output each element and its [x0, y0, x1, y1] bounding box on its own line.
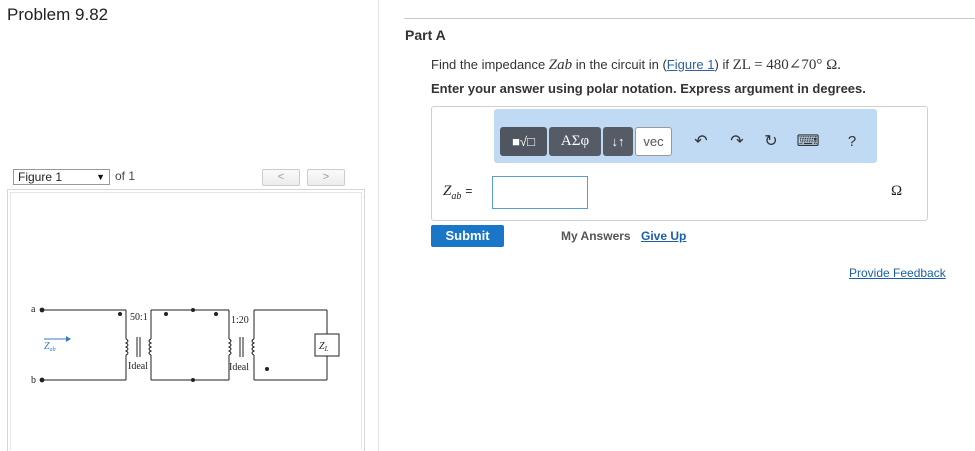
- answer-box: ■√□ ΑΣφ ↓↑ vec ↶ ↷ ↻ ⌨ ? Zab = Ω: [431, 106, 928, 221]
- undo-icon: ↶: [694, 133, 708, 150]
- part-label: Part A: [405, 27, 446, 43]
- polarity-dot: [164, 312, 168, 316]
- zab-arrow-label: Zab: [44, 341, 56, 353]
- figure-count: of 1: [115, 169, 136, 183]
- transformer-2-ratio: 1:20: [231, 315, 249, 326]
- polarity-dot: [265, 367, 269, 371]
- help-button[interactable]: ?: [839, 127, 865, 156]
- keyboard-button[interactable]: ⌨: [793, 127, 823, 156]
- transformer-2-type: Ideal: [229, 362, 249, 373]
- load-impedance-label: ZL: [319, 341, 329, 353]
- question-after: ) if: [714, 57, 733, 72]
- terminal-b-node: [39, 377, 45, 383]
- terminal-a-node: [39, 307, 45, 313]
- question-mid: in the circuit in (: [572, 57, 667, 72]
- reset-icon: ↻: [764, 133, 778, 150]
- next-figure-button[interactable]: >: [307, 169, 345, 186]
- greek-symbols-button[interactable]: ΑΣφ: [549, 127, 601, 156]
- instruction-text: Enter your answer using polar notation. …: [431, 81, 866, 96]
- arrows-button[interactable]: ↓↑: [603, 127, 633, 156]
- figure-1-link[interactable]: Figure 1: [667, 57, 715, 72]
- redo-button[interactable]: ↷: [724, 127, 750, 156]
- transformer-1-type: Ideal: [128, 361, 148, 372]
- figure-panel: a b Zab 50:1 Ideal 1:20 Ideal ZL: [10, 192, 362, 450]
- greek-icon: ΑΣφ: [560, 133, 590, 149]
- problem-title: Problem 9.82: [7, 5, 109, 24]
- question-load-value: ZL = 480∠70° Ω.: [732, 57, 842, 73]
- give-up-link[interactable]: Give Up: [641, 229, 686, 243]
- vector-label: vec: [643, 134, 664, 149]
- undo-button[interactable]: ↶: [688, 127, 714, 156]
- templates-icon: ■√□: [512, 134, 535, 149]
- answer-label: Zab =: [443, 183, 473, 202]
- polarity-dot: [191, 308, 195, 312]
- figure-toolbar: Figure 1 ▼ of 1 < >: [7, 167, 365, 188]
- figure-frame: a b Zab 50:1 Ideal 1:20 Ideal ZL: [7, 189, 365, 451]
- chevron-down-icon: ▼: [96, 172, 105, 182]
- previous-figure-button[interactable]: <: [262, 169, 300, 186]
- chevron-right-icon: >: [322, 171, 330, 183]
- terminal-a-label: a: [31, 304, 36, 315]
- part-divider: [404, 18, 975, 19]
- polarity-dot: [191, 378, 195, 382]
- question-intro: Find the impedance: [431, 57, 549, 72]
- question-variable: Zab: [548, 57, 573, 73]
- column-divider: [378, 0, 379, 451]
- unit-label: Ω: [891, 183, 903, 199]
- submit-button[interactable]: Submit: [431, 225, 504, 247]
- vector-button[interactable]: vec: [635, 127, 672, 156]
- math-toolbar: ■√□ ΑΣφ ↓↑ vec ↶ ↷ ↻ ⌨ ?: [494, 109, 877, 163]
- polarity-dot: [214, 312, 218, 316]
- redo-icon: ↷: [730, 133, 744, 150]
- answer-input[interactable]: [492, 176, 588, 209]
- circuit-diagram: a b Zab 50:1 Ideal 1:20 Ideal ZL: [31, 304, 340, 386]
- reset-button[interactable]: ↻: [758, 127, 784, 156]
- help-icon: ?: [847, 133, 857, 150]
- figure-select-value: Figure 1: [18, 170, 63, 184]
- figure-select[interactable]: Figure 1 ▼: [13, 169, 110, 185]
- polarity-dot: [118, 312, 122, 316]
- my-answers-label: My Answers: [561, 229, 631, 243]
- question-text: Find the impedance Zab in the circuit in…: [431, 55, 841, 74]
- keyboard-icon: ⌨: [796, 133, 820, 150]
- arrows-icon: ↓↑: [611, 134, 625, 149]
- arrow-icon: [66, 336, 71, 342]
- templates-button[interactable]: ■√□: [500, 127, 547, 156]
- terminal-b-label: b: [31, 375, 36, 386]
- transformer-1-ratio: 50:1: [130, 312, 148, 323]
- provide-feedback-link[interactable]: Provide Feedback: [849, 266, 946, 280]
- chevron-left-icon: <: [277, 171, 285, 183]
